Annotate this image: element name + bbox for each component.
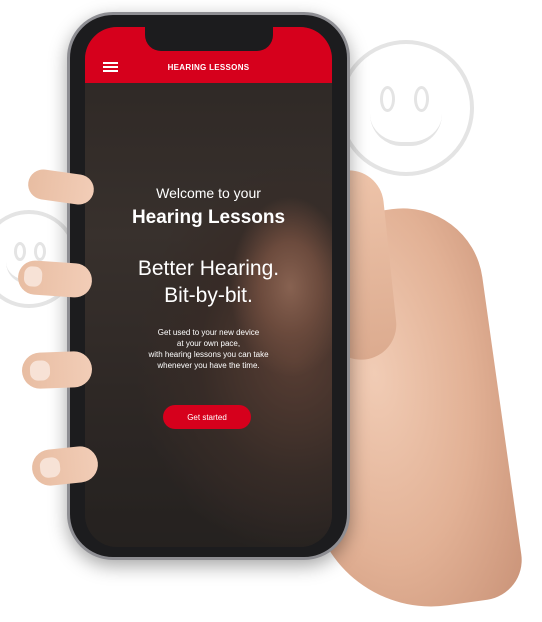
- hand-finger: [21, 350, 93, 390]
- headline-line: Bit-by-bit.: [164, 284, 253, 307]
- app-bar-title: HEARING LESSONS: [167, 63, 250, 72]
- description-line: whenever you have the time.: [157, 361, 260, 370]
- headline-line: Better Hearing.: [137, 257, 280, 280]
- hand-finger: [16, 259, 94, 299]
- description: Get used to your new device at your own …: [85, 327, 332, 371]
- get-started-button[interactable]: Get started: [163, 405, 251, 429]
- product-name: Hearing Lessons: [131, 207, 286, 228]
- phone-notch: [145, 27, 273, 51]
- phone-device: HEARING LESSONS Welcome to your Hearing …: [67, 12, 350, 560]
- welcome-text: Welcome to your: [156, 185, 261, 201]
- headline: Better Hearing. Bit-by-bit.: [85, 255, 332, 309]
- app-screen: HEARING LESSONS Welcome to your Hearing …: [85, 27, 332, 547]
- description-line: at your own pace,: [176, 339, 241, 348]
- smiley-face-icon: [338, 40, 474, 176]
- description-line: with hearing lessons you can take: [148, 350, 269, 359]
- description-line: Get used to your new device: [157, 328, 260, 337]
- welcome-content: Welcome to your Hearing Lessons Better H…: [85, 27, 332, 547]
